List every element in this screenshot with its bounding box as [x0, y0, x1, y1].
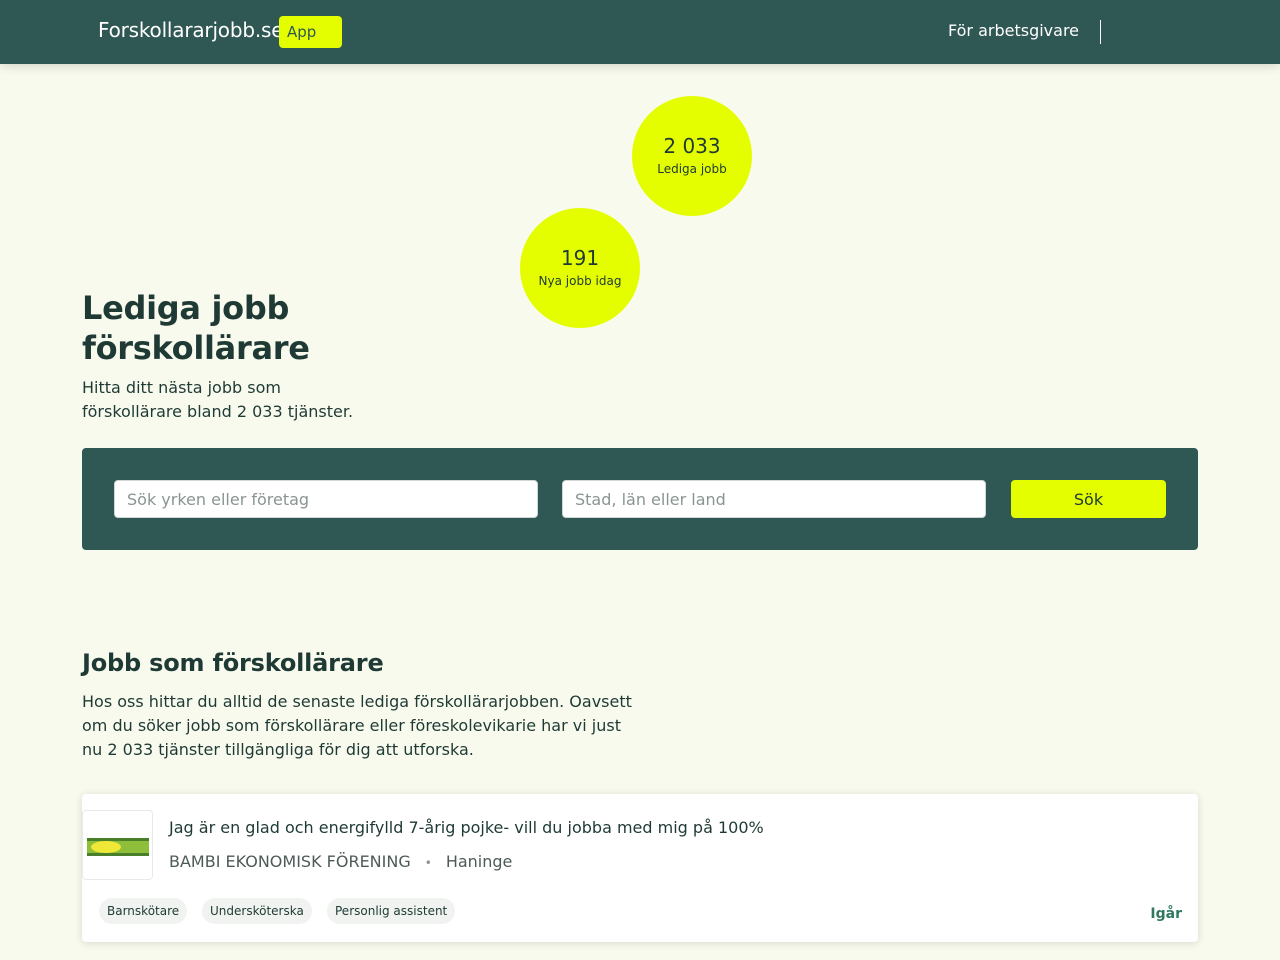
top-navigation-bar: Forskollararjobb.se App För arbetsgivare — [0, 0, 1280, 64]
stat-bubble-new-jobs: 191 Nya jobb idag — [520, 208, 640, 328]
page-subtitle: Hitta ditt nästa jobb som förskollärare … — [82, 378, 354, 421]
location-search-input[interactable] — [562, 480, 986, 518]
job-location: Haninge — [445, 852, 513, 871]
section-description: Hos oss hittar du alltid de senaste ledi… — [82, 692, 632, 759]
job-tag: Undersköterska — [202, 898, 312, 924]
nav-divider — [1100, 20, 1101, 44]
stat-value: 191 — [560, 246, 600, 270]
job-posted-date: Igår — [1150, 906, 1182, 922]
stat-value: 2 033 — [663, 134, 721, 158]
company-name: BAMBI EKONOMISK FÖRENING — [169, 852, 411, 871]
search-panel: Sök — [82, 448, 1198, 550]
company-logo-image — [87, 838, 149, 856]
job-meta: BAMBI EKONOMISK FÖRENING • Haninge — [169, 852, 512, 871]
job-tag: Personlig assistent — [327, 898, 456, 924]
page-title: Lediga jobb förskollärare — [82, 289, 310, 367]
section-title: Jobb som förskollärare — [82, 649, 384, 677]
stat-bubble-open-jobs: 2 033 Lediga jobb — [632, 96, 752, 216]
for-employers-link[interactable]: För arbetsgivare — [948, 21, 1079, 40]
stat-label: Nya jobb idag — [538, 274, 622, 288]
meta-separator: • — [424, 856, 432, 870]
site-logo-link[interactable]: Forskollararjobb.se — [98, 18, 284, 42]
company-logo — [82, 810, 153, 880]
app-badge[interactable]: App — [279, 16, 342, 48]
search-button[interactable]: Sök — [1011, 480, 1166, 518]
job-card[interactable]: Jag är en glad och energifylld 7-årig po… — [82, 794, 1198, 942]
stat-label: Lediga jobb — [657, 162, 727, 176]
job-tag: Barnskötare — [99, 898, 188, 924]
job-title-link[interactable]: Jag är en glad och energifylld 7-årig po… — [169, 818, 764, 837]
job-search-input[interactable] — [114, 480, 538, 518]
